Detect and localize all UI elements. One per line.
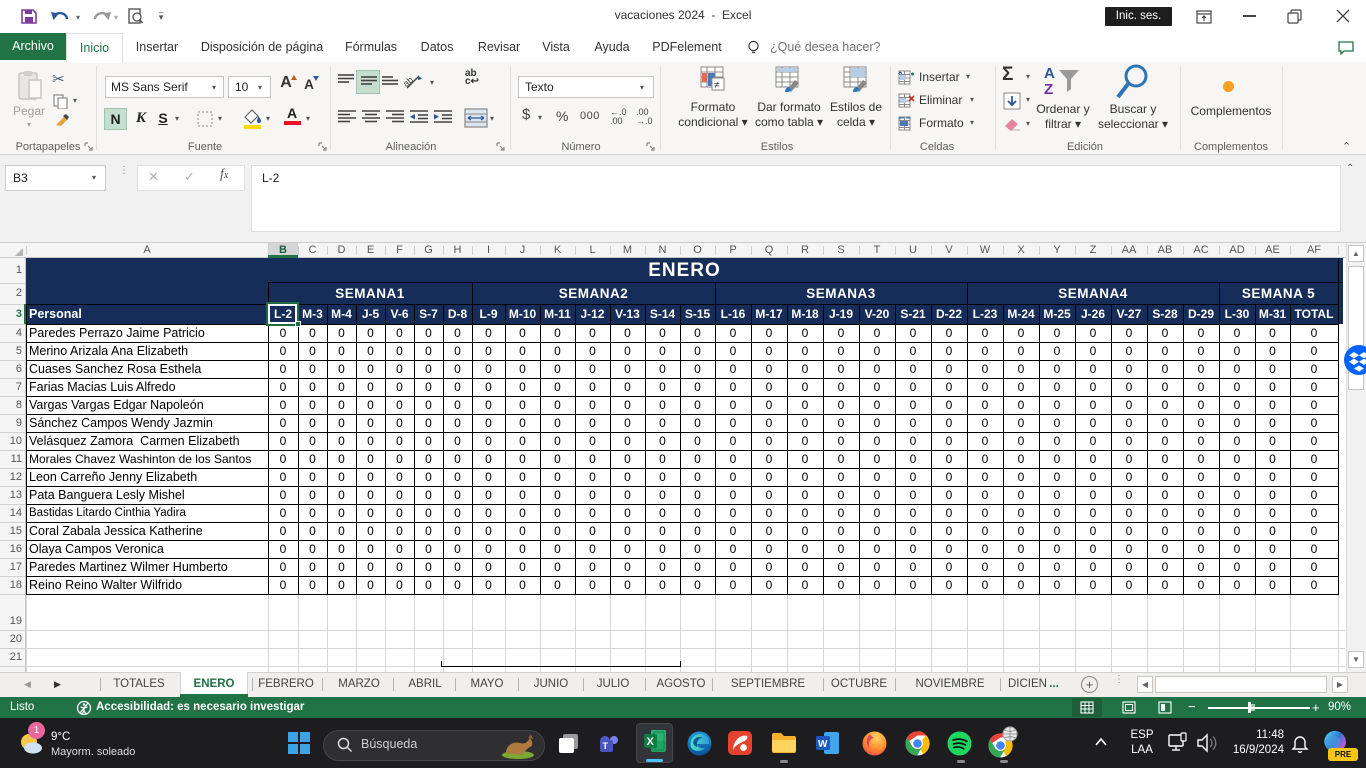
svg-text:Z: Z bbox=[1044, 81, 1053, 98]
svg-text:ab: ab bbox=[404, 75, 415, 89]
svg-text:X: X bbox=[647, 736, 655, 748]
svg-text:W: W bbox=[818, 739, 828, 750]
svg-text:≠: ≠ bbox=[714, 80, 720, 91]
svg-text:T: T bbox=[603, 741, 609, 751]
svg-text:A: A bbox=[1044, 65, 1055, 82]
